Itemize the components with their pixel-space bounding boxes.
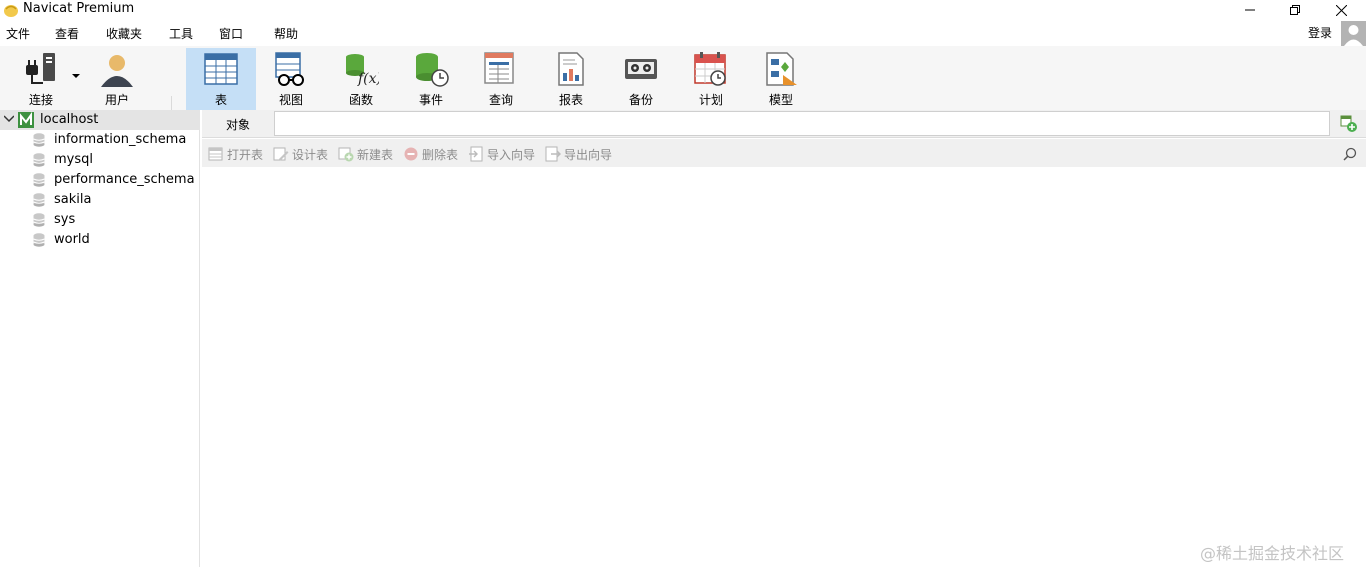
database-item[interactable]: sakila: [0, 190, 200, 210]
database-icon: [33, 133, 45, 147]
backup-label: 备份: [628, 93, 653, 107]
database-item[interactable]: performance_schema: [0, 170, 200, 190]
database-item[interactable]: sys: [0, 210, 200, 230]
chevron-down-icon[interactable]: [4, 115, 14, 123]
calendar-icon: [694, 52, 726, 86]
tab-objects[interactable]: 对象: [202, 110, 274, 137]
import-wizard-label: 导入向导: [487, 148, 536, 162]
object-toolbar: 打开表 设计表 新建表 删除表 导入向导 导出向导: [202, 139, 1366, 167]
menu-bar: 文件 查看 收藏夹 工具 窗口 帮助 登录: [0, 20, 1366, 46]
report-icon: [558, 52, 584, 86]
database-label: mysql: [54, 152, 93, 167]
tab-bar: 对象: [202, 110, 1366, 138]
connection-node[interactable]: localhost: [0, 110, 200, 130]
database-label: world: [54, 232, 90, 247]
restore-icon: [1290, 5, 1300, 15]
add-tab-icon[interactable]: [1340, 115, 1358, 133]
view-label: 视图: [278, 93, 303, 107]
user-label: 用户: [104, 93, 129, 107]
login-link[interactable]: 登录: [1308, 24, 1332, 41]
model-button[interactable]: 模型: [746, 48, 816, 110]
schedule-label: 计划: [698, 93, 723, 107]
svg-text:f(x): f(x): [357, 71, 379, 87]
database-icon: [33, 193, 45, 207]
minimize-icon: [1245, 9, 1255, 11]
database-label: performance_schema: [54, 172, 195, 187]
report-button[interactable]: 报表: [536, 48, 606, 110]
database-icon: [33, 173, 45, 187]
table-button[interactable]: 表: [186, 48, 256, 110]
query-label: 查询: [488, 93, 513, 107]
avatar-icon: [1344, 25, 1363, 46]
database-icon: [33, 213, 45, 227]
export-wizard-label: 导出向导: [564, 148, 613, 162]
watermark: @稀土掘金技术社区: [1200, 544, 1345, 563]
menu-view[interactable]: 查看: [55, 25, 79, 42]
menu-window[interactable]: 窗口: [219, 25, 243, 42]
database-label: sakila: [54, 192, 92, 207]
open-table-label: 打开表: [227, 148, 264, 162]
close-icon: [1335, 4, 1347, 16]
backup-button[interactable]: 备份: [606, 48, 676, 110]
event-icon: [416, 53, 449, 87]
view-icon: [275, 52, 304, 86]
query-icon: [484, 52, 514, 84]
search-icon[interactable]: [1343, 147, 1357, 161]
query-button[interactable]: 查询: [466, 48, 536, 110]
function-button[interactable]: f(x) 函数: [326, 48, 396, 110]
mysql-connection-icon: [18, 112, 34, 128]
event-button[interactable]: 事件: [396, 48, 466, 110]
plug-icon: [26, 53, 55, 84]
menu-file[interactable]: 文件: [6, 25, 30, 42]
table-label: 表: [214, 93, 227, 107]
database-label: information_schema: [54, 132, 187, 147]
menu-tools[interactable]: 工具: [169, 25, 193, 42]
design-table-icon: [273, 147, 289, 161]
user-button[interactable]: 用户: [82, 48, 152, 110]
view-button[interactable]: 视图: [256, 48, 326, 110]
new-table-label: 新建表: [357, 148, 394, 162]
navicat-logo-icon: [4, 5, 18, 17]
object-list-area[interactable]: [202, 167, 1366, 567]
restore-button[interactable]: [1272, 0, 1318, 20]
function-label: 函数: [348, 93, 373, 107]
open-table-icon: [208, 147, 223, 161]
report-label: 报表: [558, 93, 583, 107]
connect-dropdown-icon[interactable]: [72, 74, 80, 79]
delete-table-label: 删除表: [422, 148, 459, 162]
schedule-button[interactable]: 计划: [676, 48, 746, 110]
menu-help[interactable]: 帮助: [274, 25, 298, 42]
user-icon: [101, 55, 133, 87]
database-icon: [33, 153, 45, 167]
window-title: Navicat Premium: [23, 1, 135, 16]
table-icon: [204, 53, 238, 85]
new-table-icon: [338, 147, 354, 162]
model-label: 模型: [768, 93, 793, 107]
database-item[interactable]: information_schema: [0, 130, 200, 150]
design-table-label: 设计表: [292, 148, 329, 162]
model-icon: [766, 52, 797, 86]
tab-strip-area: [274, 111, 1330, 136]
delete-table-icon: [404, 147, 418, 161]
menu-favorites[interactable]: 收藏夹: [106, 25, 142, 42]
connect-button[interactable]: 连接: [6, 48, 76, 110]
connect-label: 连接: [28, 93, 53, 107]
user-avatar[interactable]: [1341, 21, 1366, 46]
backup-icon: [625, 59, 657, 79]
database-item[interactable]: world: [0, 230, 200, 250]
close-button[interactable]: [1318, 0, 1364, 20]
title-bar: Navicat Premium: [0, 0, 1366, 20]
database-label: sys: [54, 212, 76, 227]
function-icon: f(x): [346, 54, 379, 87]
navigation-pane: localhost information_schema mysql perfo…: [0, 110, 200, 567]
main-toolbar: 连接 用户 表 视图 f(x 函数 事件 查询 报表 备份 计划 模型: [0, 46, 1366, 152]
event-label: 事件: [418, 93, 443, 107]
import-icon: [469, 146, 483, 162]
export-icon: [545, 146, 561, 162]
minimize-button[interactable]: [1227, 0, 1273, 20]
connection-label: localhost: [40, 112, 99, 127]
database-item[interactable]: mysql: [0, 150, 200, 170]
database-icon: [33, 233, 45, 247]
